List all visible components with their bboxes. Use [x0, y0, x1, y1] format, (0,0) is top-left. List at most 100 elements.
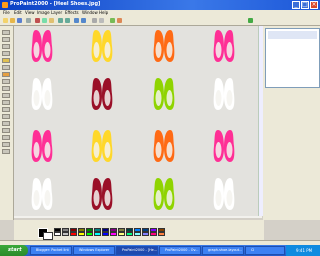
- color-palette: [54, 228, 254, 238]
- document-window: [14, 26, 262, 218]
- shoe-illustration: [31, 130, 42, 162]
- clone-tool-icon[interactable]: [2, 93, 10, 98]
- shoe-illustration: [102, 30, 113, 62]
- zoom-in-icon[interactable]: [74, 18, 79, 23]
- palette-swatch[interactable]: [62, 232, 69, 236]
- start-label: start: [8, 247, 22, 253]
- palette-swatch[interactable]: [134, 232, 141, 236]
- taskbar-item-cl[interactable]: Cl: [245, 246, 285, 255]
- open-icon[interactable]: [10, 18, 15, 23]
- shoe-illustration: [213, 30, 224, 62]
- palette-swatch[interactable]: [94, 232, 101, 236]
- shoe-illustration: [42, 178, 53, 210]
- shoe-illustration: [102, 130, 113, 162]
- palette-swatch[interactable]: [86, 232, 93, 236]
- line-tool-icon[interactable]: [2, 128, 10, 133]
- cut-icon[interactable]: [35, 18, 40, 23]
- eraser-tool-icon[interactable]: [2, 100, 10, 105]
- help-icon[interactable]: [248, 18, 253, 23]
- grid-icon[interactable]: [92, 18, 97, 23]
- zoom-out-icon[interactable]: [81, 18, 86, 23]
- shoe-illustration: [102, 178, 113, 210]
- palette-swatch[interactable]: [102, 232, 109, 236]
- palette-swatch[interactable]: [78, 232, 85, 236]
- taskbar-item-explorer[interactable]: Windows Explorer: [73, 246, 115, 255]
- menu-view[interactable]: View: [25, 10, 35, 15]
- shoe-illustration: [153, 30, 164, 62]
- text-tool-icon[interactable]: [2, 114, 10, 119]
- close-button[interactable]: ×: [310, 1, 318, 9]
- shoe-illustration: [31, 30, 42, 62]
- palette-swatch[interactable]: [142, 232, 149, 236]
- fill-tool-icon[interactable]: [2, 107, 10, 112]
- palette-swatch[interactable]: [126, 232, 133, 236]
- taskbar-item-blogger[interactable]: Blogger: Pocket lint: [30, 246, 72, 255]
- shoe-illustration: [213, 178, 224, 210]
- taskbar-item-graph-shoe[interactable]: graph-shoe-layout...: [202, 246, 244, 255]
- palette-swatch[interactable]: [70, 232, 77, 236]
- filter-icon[interactable]: [110, 18, 115, 23]
- shoe-illustration: [42, 78, 53, 110]
- shoe-illustration: [213, 78, 224, 110]
- dropper-tool-icon[interactable]: [2, 79, 10, 84]
- shape-tool-icon[interactable]: [2, 121, 10, 126]
- ruler-icon[interactable]: [99, 18, 104, 23]
- zoom-tool-icon[interactable]: [2, 44, 10, 49]
- retouch-tool-icon[interactable]: [2, 135, 10, 140]
- shoe-illustration: [91, 30, 102, 62]
- menu-window[interactable]: Window: [82, 10, 98, 15]
- taskbar-item-propaint-heel[interactable]: ProPaint2000 - [He...: [116, 246, 158, 255]
- palette-swatch[interactable]: [150, 232, 157, 236]
- menu-file[interactable]: File: [3, 10, 10, 15]
- shoe-illustration: [224, 178, 235, 210]
- shoe-illustration: [164, 178, 175, 210]
- shoe-illustration: [164, 78, 175, 110]
- window-title: ProPaint2000 - [Heel Shoes.jpg]: [10, 1, 101, 7]
- smudge-tool-icon[interactable]: [2, 149, 10, 154]
- maximize-button[interactable]: □: [301, 1, 309, 9]
- menu-image[interactable]: Image: [37, 10, 50, 15]
- menu-edit[interactable]: Edit: [14, 10, 22, 15]
- shoe-illustration: [213, 130, 224, 162]
- magic-wand-icon[interactable]: [2, 72, 10, 77]
- toolbox: [0, 26, 14, 220]
- new-icon[interactable]: [3, 18, 8, 23]
- menu-effects[interactable]: Effects: [65, 10, 79, 15]
- taskbar-item-propaint-overview[interactable]: ProPaint2000 - Ov...: [159, 246, 201, 255]
- shoe-illustration: [91, 178, 102, 210]
- shoe-illustration: [31, 178, 42, 210]
- shoe-illustration: [153, 78, 164, 110]
- background-color-swatch[interactable]: [43, 232, 53, 240]
- brush-tool-icon[interactable]: [2, 86, 10, 91]
- effects-icon[interactable]: [117, 18, 122, 23]
- lasso-tool-icon[interactable]: [2, 65, 10, 70]
- redo-icon[interactable]: [65, 18, 70, 23]
- menu-layer[interactable]: Layer: [51, 10, 62, 15]
- palette-swatch[interactable]: [118, 232, 125, 236]
- system-tray: 9:41 PM: [286, 245, 320, 256]
- selection-tool-icon[interactable]: [2, 58, 10, 63]
- clock: 9:41 PM: [296, 248, 313, 253]
- palette-swatch[interactable]: [110, 232, 117, 236]
- copy-icon[interactable]: [42, 18, 47, 23]
- shoe-illustration: [42, 130, 53, 162]
- image-canvas[interactable]: [14, 26, 258, 216]
- save-icon[interactable]: [17, 18, 22, 23]
- shoe-illustration: [91, 130, 102, 162]
- pan-tool-icon[interactable]: [2, 37, 10, 42]
- undo-icon[interactable]: [58, 18, 63, 23]
- shoe-illustration: [42, 30, 53, 62]
- layer-row[interactable]: [268, 31, 317, 39]
- print-icon[interactable]: [26, 18, 31, 23]
- minimize-button[interactable]: _: [292, 1, 300, 9]
- app-icon: [2, 2, 8, 8]
- arrow-tool-icon[interactable]: [2, 30, 10, 35]
- menu-help[interactable]: Help: [99, 10, 108, 15]
- palette-swatch[interactable]: [54, 232, 61, 236]
- red-eye-tool-icon[interactable]: [2, 142, 10, 147]
- paste-icon[interactable]: [49, 18, 54, 23]
- palette-swatch[interactable]: [158, 232, 165, 236]
- start-button[interactable]: start: [0, 245, 28, 256]
- layers-list: [265, 28, 320, 88]
- crop-tool-icon[interactable]: [2, 51, 10, 56]
